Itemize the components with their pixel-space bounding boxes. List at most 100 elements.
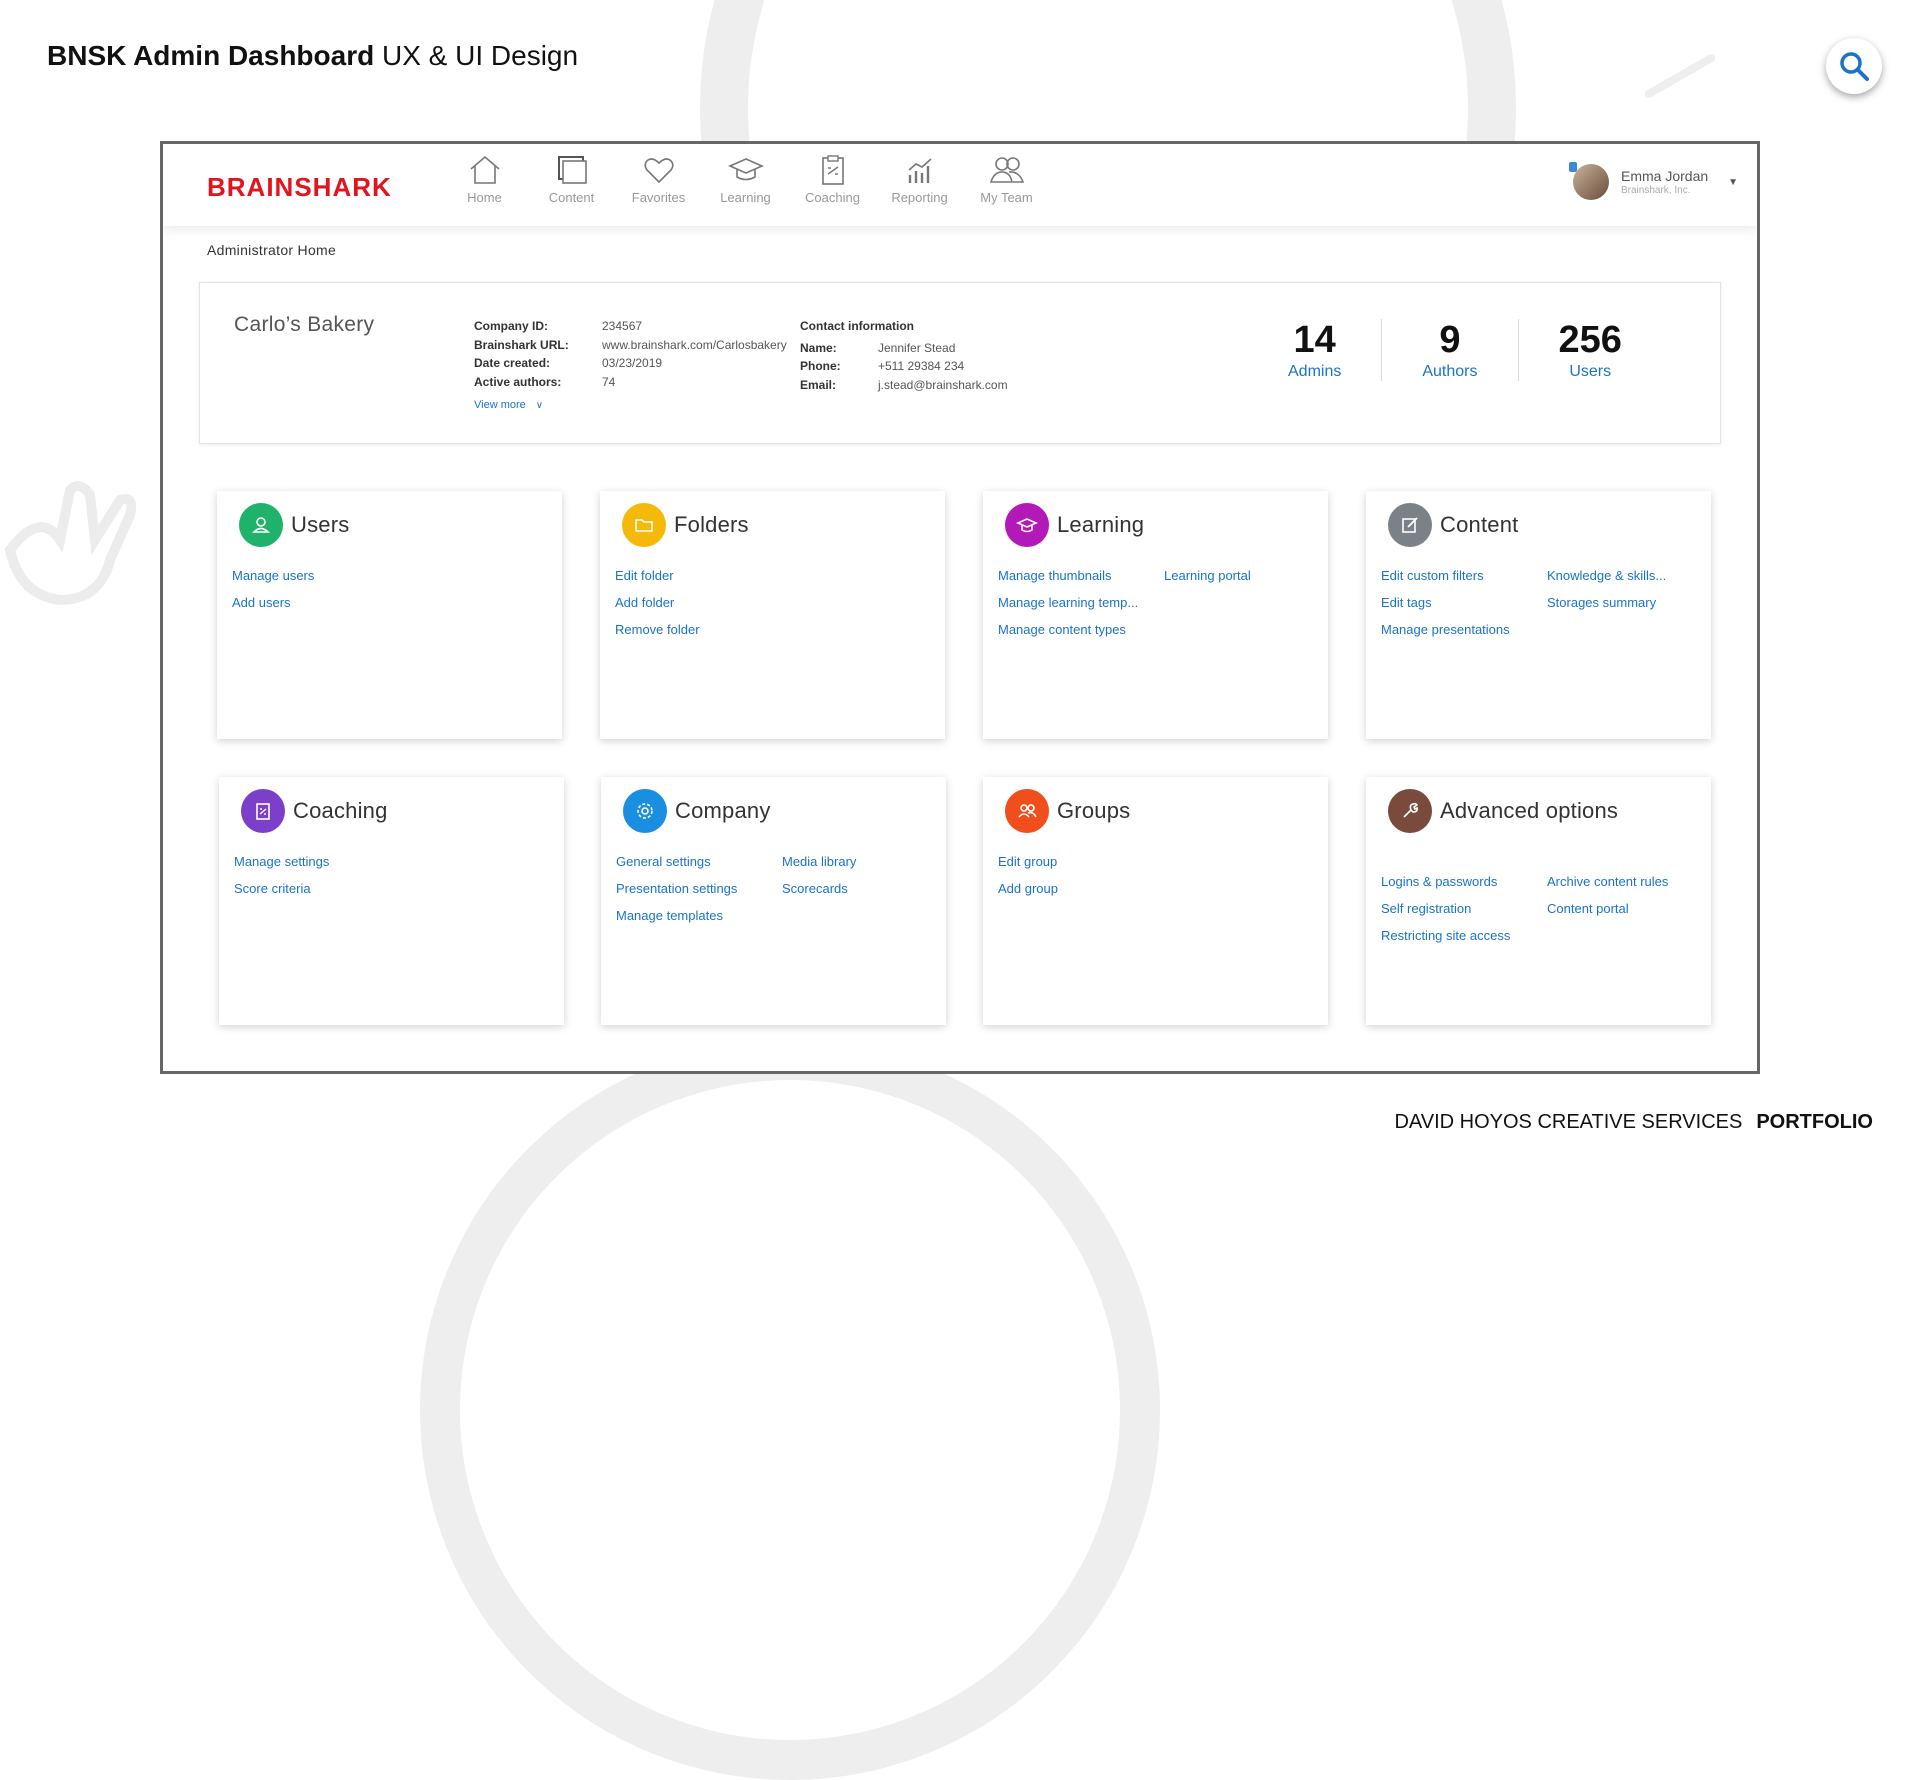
- card-links: Manage users Add users: [232, 567, 492, 611]
- card-advanced-options: Advanced options Logins & passwords Arch…: [1366, 777, 1711, 1025]
- chevron-down-icon: ∨: [535, 400, 544, 411]
- search-button[interactable]: [1826, 38, 1882, 94]
- nav-my-team[interactable]: My Team: [963, 154, 1050, 205]
- link-add-users[interactable]: Add users: [232, 594, 492, 611]
- link-scorecards[interactable]: Scorecards: [782, 880, 948, 897]
- link-media-library[interactable]: Media library: [782, 853, 948, 870]
- link-knowledge-skills[interactable]: Knowledge & skills...: [1547, 567, 1713, 584]
- card-links: Logins & passwords Archive content rules…: [1381, 873, 1713, 944]
- link-edit-custom-filters[interactable]: Edit custom filters: [1381, 567, 1547, 584]
- nav-coaching[interactable]: Coaching: [789, 154, 876, 205]
- home-icon: [469, 155, 500, 184]
- link-content-portal[interactable]: Content portal: [1547, 900, 1713, 917]
- card-title: Folders: [674, 512, 749, 537]
- card-links: Manage settings Score criteria: [234, 853, 494, 897]
- link-manage-users[interactable]: Manage users: [232, 567, 492, 584]
- link-archive-content-rules[interactable]: Archive content rules: [1547, 873, 1713, 890]
- stat-authors[interactable]: 9 Authors: [1381, 319, 1517, 381]
- card-coaching: Coaching Manage settings Score criteria: [219, 777, 564, 1025]
- card-title: Users: [291, 512, 350, 537]
- link-storages-summary[interactable]: Storages summary: [1547, 594, 1713, 611]
- link-restricting-site-access[interactable]: Restricting site access: [1381, 927, 1547, 944]
- link-score-criteria[interactable]: Score criteria: [234, 880, 494, 897]
- empty-slot: [1164, 594, 1330, 611]
- card-links: Manage thumbnails Learning portal Manage…: [998, 567, 1330, 638]
- breadcrumb: Administrator Home: [207, 242, 337, 258]
- avatar: [1569, 162, 1609, 200]
- link-edit-tags[interactable]: Edit tags: [1381, 594, 1547, 611]
- background-shark-mark-bottom: [420, 1040, 1160, 1780]
- card-title: Learning: [1057, 512, 1145, 537]
- view-more-link[interactable]: View more ∨: [474, 399, 543, 411]
- nav-reporting[interactable]: Reporting: [876, 154, 963, 205]
- brainshark-logo[interactable]: BRAINSHARK: [207, 172, 392, 203]
- card-users: Users Manage users Add users: [217, 491, 562, 739]
- stat-users[interactable]: 256 Users: [1517, 319, 1662, 381]
- link-manage-settings[interactable]: Manage settings: [234, 853, 494, 870]
- graduation-cap-icon: [727, 158, 764, 181]
- link-presentation-settings[interactable]: Presentation settings: [616, 880, 782, 897]
- contact-information: Contact information Name: Jennifer Stead …: [800, 319, 1008, 392]
- content-icon: [557, 156, 587, 184]
- stat-admins[interactable]: 14 Admins: [1248, 319, 1381, 381]
- card-links: General settings Media library Presentat…: [616, 853, 948, 924]
- card-links: Edit folder Add folder Remove folder: [615, 567, 875, 638]
- nav-learning[interactable]: Learning: [702, 154, 789, 205]
- link-edit-folder[interactable]: Edit folder: [615, 567, 875, 584]
- user-org: Brainshark, Inc.: [1621, 185, 1691, 196]
- clipboard-icon: [821, 155, 844, 185]
- card-title: Coaching: [293, 798, 388, 823]
- group-icon: [1005, 789, 1049, 833]
- clipboard-icon: [241, 789, 285, 833]
- link-add-group[interactable]: Add group: [998, 880, 1258, 897]
- card-company: Company General settings Media library P…: [601, 777, 946, 1025]
- wrench-icon: [1388, 789, 1432, 833]
- portfolio-footer: DAVID HOYOS CREATIVE SERVICES PORTFOLIO: [1394, 1111, 1873, 1133]
- link-self-registration[interactable]: Self registration: [1381, 900, 1547, 917]
- card-links: Edit custom filters Knowledge & skills..…: [1381, 567, 1713, 638]
- card-title: Company: [675, 798, 771, 823]
- page-title: BNSK Admin Dashboard UX & UI Design: [47, 40, 579, 71]
- link-manage-templates[interactable]: Manage templates: [616, 907, 782, 924]
- card-title: Groups: [1057, 798, 1131, 823]
- background-hand-icon: [4, 481, 137, 606]
- user-menu[interactable]: Emma Jordan Brainshark, Inc. ▼: [1569, 162, 1738, 200]
- user-icon: [239, 503, 283, 547]
- edit-icon: [1388, 503, 1432, 547]
- company-name: Carlo’s Bakery: [234, 313, 375, 336]
- link-manage-presentations[interactable]: Manage presentations: [1381, 621, 1547, 638]
- card-content: Content Edit custom filters Knowledge & …: [1366, 491, 1711, 739]
- card-links: Edit group Add group: [998, 853, 1258, 897]
- nav-home[interactable]: Home: [441, 154, 528, 205]
- card-title: Advanced options: [1440, 798, 1619, 823]
- folder-icon: [622, 503, 666, 547]
- heart-icon: [643, 158, 674, 184]
- link-logins-passwords[interactable]: Logins & passwords: [1381, 873, 1547, 890]
- link-general-settings[interactable]: General settings: [616, 853, 782, 870]
- link-add-folder[interactable]: Add folder: [615, 594, 875, 611]
- link-edit-group[interactable]: Edit group: [998, 853, 1258, 870]
- app-window: BRAINSHARK Home Content Favorites Learni…: [160, 141, 1760, 1074]
- link-learning-portal[interactable]: Learning portal: [1164, 567, 1330, 584]
- link-remove-folder[interactable]: Remove folder: [615, 621, 875, 638]
- main-nav: Home Content Favorites Learning Coaching…: [441, 154, 1050, 205]
- search-icon: [1840, 52, 1869, 81]
- company-details: Company ID: 234567 Brainshark URL: www.bra…: [474, 319, 787, 389]
- card-groups: Groups Edit group Add group: [983, 777, 1328, 1025]
- link-manage-learning-templates[interactable]: Manage learning temp...: [998, 594, 1164, 611]
- user-name: Emma Jordan: [1621, 168, 1709, 184]
- company-stats: 14 Admins 9 Authors 256 Users: [1248, 319, 1662, 381]
- team-icon: [989, 157, 1024, 183]
- graduation-cap-icon: [1005, 503, 1049, 547]
- chevron-down-icon[interactable]: ▼: [1728, 177, 1738, 188]
- chart-icon: [907, 158, 932, 183]
- link-manage-content-types[interactable]: Manage content types: [998, 621, 1164, 638]
- card-learning: Learning Manage thumbnails Learning port…: [983, 491, 1328, 739]
- company-summary-panel: Carlo’s Bakery Company ID: 234567 Brainsh…: [199, 282, 1721, 444]
- link-manage-thumbnails[interactable]: Manage thumbnails: [998, 567, 1164, 584]
- nav-favorites[interactable]: Favorites: [615, 154, 702, 205]
- gear-icon: [623, 789, 667, 833]
- nav-content[interactable]: Content: [528, 154, 615, 205]
- card-folders: Folders Edit folder Add folder Remove fo…: [600, 491, 945, 739]
- card-title: Content: [1440, 512, 1519, 537]
